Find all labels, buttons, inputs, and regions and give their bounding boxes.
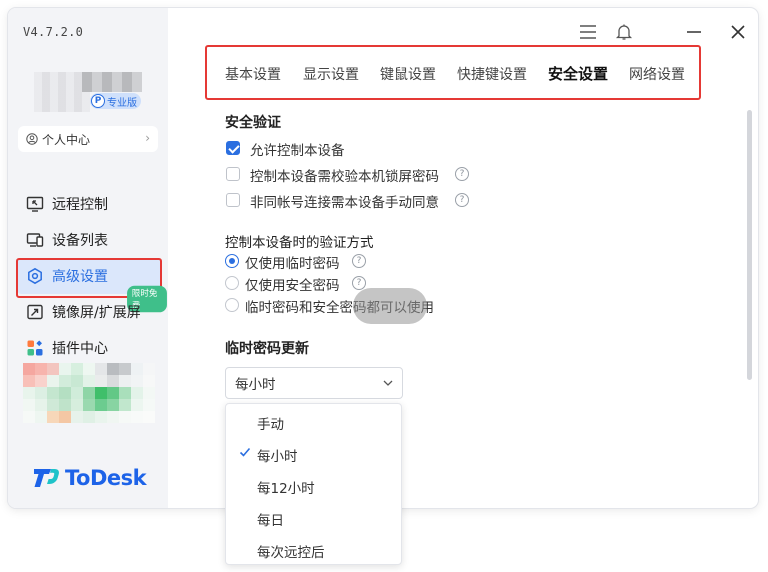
radio-temp-only-label[interactable]: 仅使用临时密码 bbox=[245, 252, 340, 272]
tab-display[interactable]: 显示设置 bbox=[303, 64, 359, 84]
sidebar-item-label: 镜像屏/扩展屏 bbox=[52, 305, 141, 321]
verify-lock-password-label[interactable]: 控制本设备需校验本机锁屏密码 bbox=[250, 165, 439, 185]
check-icon bbox=[239, 446, 251, 462]
section-title-security: 安全验证 bbox=[225, 115, 281, 131]
option-hourly[interactable]: 每小时 bbox=[257, 445, 298, 465]
help-icon[interactable]: ? bbox=[455, 167, 469, 181]
menu-icon[interactable] bbox=[576, 20, 600, 44]
manual-consent-checkbox[interactable] bbox=[226, 193, 240, 207]
user-center-label: 个人中心 bbox=[42, 132, 91, 147]
option-daily[interactable]: 每日 bbox=[257, 509, 284, 529]
sidebar: V4.7.2.0 P 专业版 个人中心 › 远程控制 设备列表 高级设置 限时免… bbox=[8, 8, 168, 508]
radio-secure-only[interactable] bbox=[225, 276, 239, 290]
scrollbar[interactable] bbox=[747, 110, 752, 380]
help-icon[interactable]: ? bbox=[352, 254, 366, 268]
pro-badge-label: 专业版 bbox=[107, 97, 137, 109]
user-center-button[interactable]: 个人中心 › bbox=[18, 126, 158, 152]
close-icon[interactable] bbox=[726, 20, 750, 44]
option-manual[interactable]: 手动 bbox=[257, 413, 284, 433]
todesk-logo-icon bbox=[34, 469, 59, 487]
brand-name: ToDesk bbox=[65, 466, 147, 490]
bell-icon[interactable] bbox=[612, 20, 636, 44]
device-list-icon bbox=[26, 231, 44, 249]
help-icon[interactable]: ? bbox=[455, 193, 469, 207]
todesk-logo: ToDesk bbox=[32, 466, 147, 490]
tab-shortcuts[interactable]: 快捷键设置 bbox=[457, 64, 527, 84]
tab-keyboard-mouse[interactable]: 键鼠设置 bbox=[380, 64, 436, 84]
sidebar-item-label: 远程控制 bbox=[52, 197, 108, 213]
chevron-down-icon bbox=[382, 377, 394, 393]
minimize-icon[interactable] bbox=[682, 20, 706, 44]
sidebar-item-label: 插件中心 bbox=[52, 341, 108, 357]
sidebar-item-label: 设备列表 bbox=[52, 233, 108, 249]
sidebar-item-remote-control[interactable]: 远程控制 bbox=[16, 186, 162, 222]
verify-lock-password-checkbox[interactable] bbox=[226, 167, 240, 181]
plugins-icon bbox=[26, 339, 44, 357]
pro-p-icon: P bbox=[91, 94, 105, 108]
monitor-arrow-icon bbox=[26, 195, 44, 213]
radio-secure-only-label[interactable]: 仅使用安全密码 bbox=[245, 274, 340, 294]
radio-temp-only[interactable] bbox=[225, 254, 239, 268]
cursor-overlay bbox=[353, 288, 427, 324]
section-title-temp-password: 临时密码更新 bbox=[225, 341, 309, 357]
option-after-each-session[interactable]: 每次远控后 bbox=[257, 541, 325, 561]
tab-network[interactable]: 网络设置 bbox=[629, 64, 685, 84]
sidebar-item-device-list[interactable]: 设备列表 bbox=[16, 222, 162, 258]
radio-both[interactable] bbox=[225, 298, 239, 312]
version-label: V4.7.2.0 bbox=[23, 25, 84, 39]
option-12-hours[interactable]: 每12小时 bbox=[257, 477, 315, 497]
user-icon bbox=[26, 133, 38, 145]
promo-banner-blurred[interactable] bbox=[23, 363, 155, 425]
username-blurred bbox=[82, 72, 142, 92]
sidebar-item-plugins[interactable]: 插件中心 bbox=[16, 330, 162, 366]
manual-consent-label[interactable]: 非同帐号连接需本设备手动同意 bbox=[250, 191, 439, 211]
chevron-right-icon: › bbox=[145, 131, 150, 145]
tab-security[interactable]: 安全设置 bbox=[548, 63, 608, 84]
temp-password-refresh-select[interactable]: 每小时 bbox=[225, 367, 403, 399]
tab-basic[interactable]: 基本设置 bbox=[225, 64, 281, 84]
allow-control-label[interactable]: 允许控制本设备 bbox=[250, 139, 345, 159]
refresh-options-dropdown: 手动 每小时 每12小时 每日 每次远控后 bbox=[225, 403, 402, 565]
section-title-verify-method: 控制本设备时的验证方式 bbox=[225, 235, 374, 251]
allow-control-checkbox[interactable] bbox=[226, 141, 240, 155]
pro-badge: P 专业版 bbox=[90, 93, 141, 109]
mirror-screen-icon bbox=[26, 303, 44, 321]
select-value: 每小时 bbox=[235, 377, 276, 393]
sidebar-item-mirror-screen[interactable]: 镜像屏/扩展屏 bbox=[16, 294, 162, 330]
help-icon[interactable]: ? bbox=[352, 276, 366, 290]
